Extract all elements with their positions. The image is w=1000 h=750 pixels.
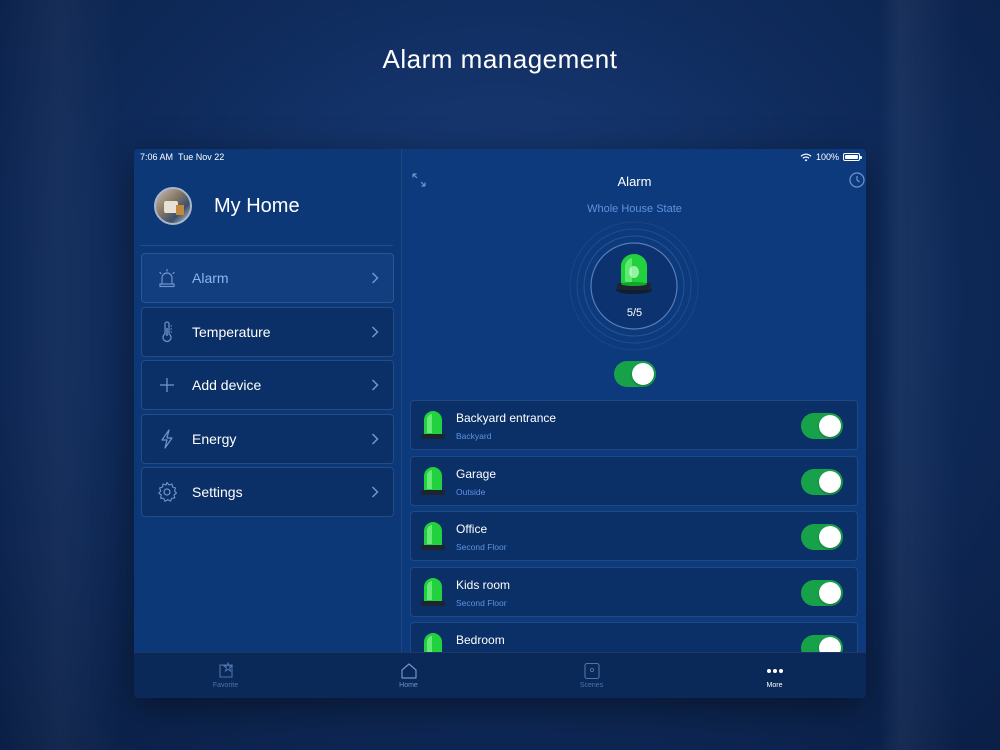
history-icon[interactable] [848,171,866,189]
toggle-knob [819,470,841,493]
avatar [154,187,192,225]
tab-more[interactable]: More [683,653,866,698]
siren-icon [421,577,445,606]
home-icon [400,663,417,679]
more-icon [766,669,783,673]
sidebar-item-label: Settings [192,484,243,501]
favorite-icon [218,662,233,678]
device-toggle[interactable] [801,468,843,495]
toggle-knob [819,581,841,604]
device-toggle[interactable] [801,579,843,606]
siren-icon [421,411,445,439]
home-name: My Home [214,194,300,217]
tab-bar: Favorite Home Scenes More [134,652,866,698]
siren-icon [421,466,445,495]
battery-icon [843,153,862,161]
device-location: Backyard [456,431,492,441]
tab-label: Scenes [579,682,604,689]
tab-home[interactable]: Home [317,653,500,698]
whole-house-state-label: Whole House State [587,203,682,215]
sidebar-item-label: Alarm [192,270,229,286]
device-location: Outside [456,486,486,497]
device-row[interactable]: Kids room Second Floor [410,566,858,617]
chevron-right-icon [371,486,379,498]
toggle-knob [819,415,841,437]
sidebar: My Home Alarm Temperature Add device Ene… [134,149,402,652]
battery-percent: 100% [815,152,839,162]
wifi-icon [800,153,812,161]
sidebar-menu: Alarm Temperature Add device Energy Sett… [141,253,394,521]
device-row[interactable]: Office Second Floor [410,511,858,562]
status-time: 7:06 AM [140,152,174,162]
sidebar-item-add-device[interactable]: Add device [141,360,394,411]
device-name: Bedroom [456,633,505,648]
sidebar-item-energy[interactable]: Energy [141,413,394,464]
gear-icon [156,481,178,503]
chevron-right-icon [371,379,379,391]
device-name: Kids room [456,577,511,592]
device-name: Garage [456,466,497,481]
device-name: Backyard entrance [456,411,557,425]
device-row[interactable]: Backyard entrance Backyard [410,400,858,450]
sidebar-item-alarm[interactable]: Alarm [141,253,394,303]
sidebar-item-label: Temperature [192,323,271,340]
status-date: Tue Nov 22 [178,152,225,162]
page-title: Alarm management [382,44,618,74]
status-time-date: 7:06 AM Tue Nov 22 [140,152,224,162]
tab-favorite[interactable]: Favorite [134,653,317,698]
toggle-knob [632,363,654,385]
device-location: Second Floor [456,542,507,553]
chevron-right-icon [371,326,379,338]
siren-icon [421,522,445,551]
home-profile[interactable]: My Home [154,187,300,225]
sidebar-item-settings[interactable]: Settings [141,467,394,518]
alarm-panel: Alarm Whole House State 5/5 Backyard ent… [403,149,866,673]
device-toggle[interactable] [801,413,843,439]
status-right: 100% [800,152,862,162]
sidebar-item-label: Energy [192,430,237,447]
toggle-switch[interactable] [614,361,656,387]
thermometer-icon [156,321,178,343]
status-bar: 7:06 AM Tue Nov 22 100% [134,149,866,165]
scenes-icon [583,662,600,680]
device-list: Backyard entrance Backyard Garage Outsid… [410,400,858,678]
whole-house-toggle[interactable] [614,361,656,387]
lightning-icon [156,428,178,450]
siren-icon [156,267,178,289]
tablet-screen: 7:06 AM Tue Nov 22 100% My Home Alarm Te… [134,149,866,698]
device-name: Office [456,522,488,537]
divider [140,245,393,246]
panel-title: Alarm [617,174,652,189]
tab-scenes[interactable]: Scenes [500,653,683,698]
tab-label: Home [399,682,418,689]
device-toggle[interactable] [801,524,843,551]
toggle-knob [819,526,841,549]
tab-label: Favorite [212,682,239,689]
device-location: Second Floor [456,597,507,608]
chevron-right-icon [371,272,379,284]
active-count: 5/5 [626,307,643,319]
sidebar-item-temperature[interactable]: Temperature [141,306,394,357]
chevron-right-icon [371,433,379,445]
device-row[interactable]: Garage Outside [410,455,858,506]
whole-house-siren[interactable] [569,221,699,351]
tab-label: More [766,682,783,689]
plus-icon [156,374,178,396]
sidebar-item-label: Add device [192,377,262,394]
